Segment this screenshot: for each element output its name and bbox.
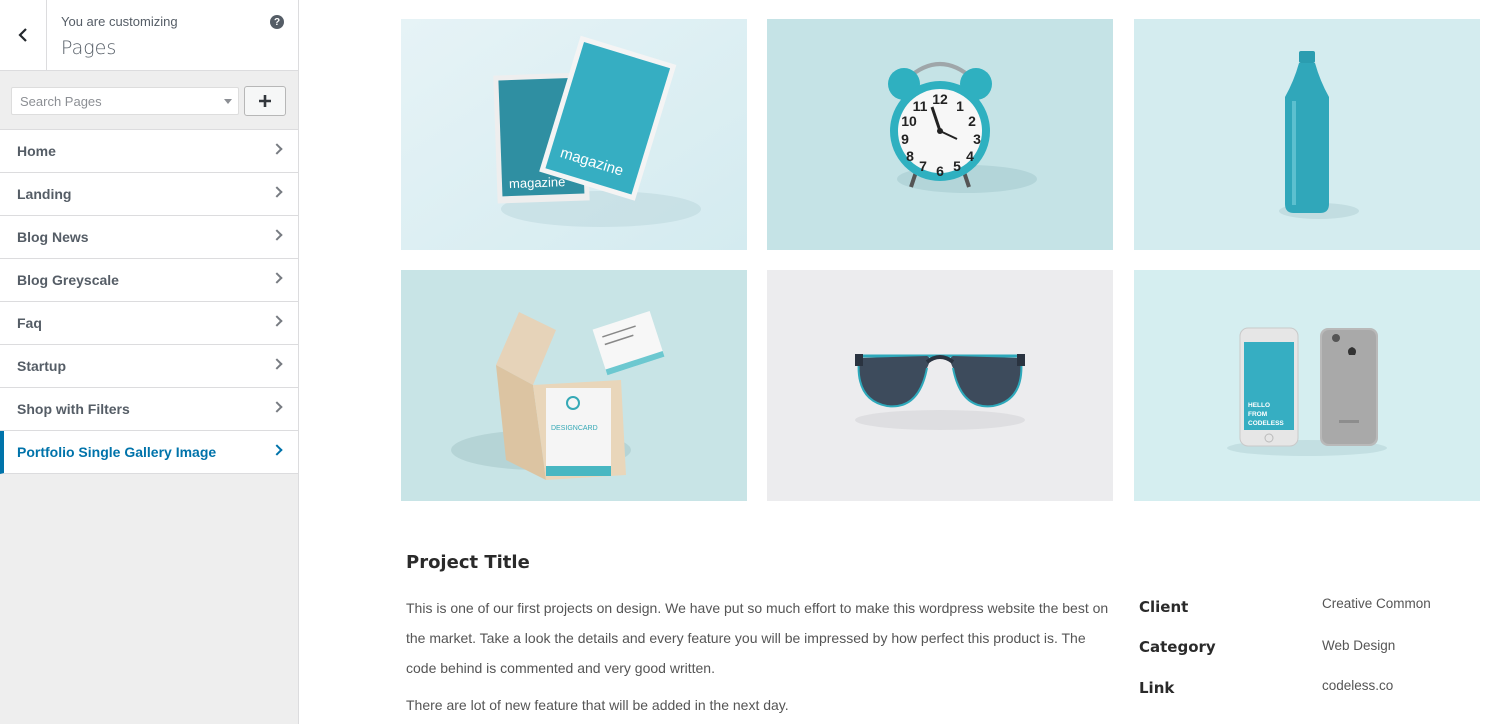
svg-text:4: 4 xyxy=(966,148,974,164)
chevron-right-icon xyxy=(271,229,283,241)
page-item[interactable]: Shop with Filters xyxy=(0,388,298,431)
client-value: Creative Common xyxy=(1322,596,1431,611)
page-item-label: Portfolio Single Gallery Image xyxy=(17,444,217,460)
svg-text:8: 8 xyxy=(906,148,914,164)
chevron-right-icon xyxy=(271,186,283,198)
client-label: Client xyxy=(1139,598,1189,616)
gallery-image-phones[interactable]: HELLO FROM CODELESS xyxy=(1134,270,1480,501)
chevron-right-icon xyxy=(271,315,283,327)
back-chevron-icon xyxy=(18,28,27,42)
page-item[interactable]: Blog Greyscale xyxy=(0,259,298,302)
svg-text:7: 7 xyxy=(919,158,927,174)
gallery-image-sunglasses[interactable] xyxy=(767,270,1113,501)
search-row: Search Pages xyxy=(0,71,298,129)
page-item-label: Landing xyxy=(17,186,72,202)
chevron-right-icon xyxy=(271,358,283,370)
project-description: This is one of our first projects on des… xyxy=(406,600,1109,676)
page-item[interactable]: Faq xyxy=(0,302,298,345)
svg-text:12: 12 xyxy=(932,91,948,107)
gallery-image-magazine[interactable]: magazine magazine xyxy=(401,19,747,250)
chevron-right-icon xyxy=(271,272,283,284)
add-page-button[interactable] xyxy=(244,86,286,116)
category-label: Category xyxy=(1139,638,1216,656)
svg-text:11: 11 xyxy=(913,98,928,114)
customizing-subtitle: You are customizing xyxy=(61,14,178,29)
customizer-header: You are customizing Pages ? xyxy=(0,0,298,71)
svg-text:HELLO: HELLO xyxy=(1248,402,1270,409)
svg-text:6: 6 xyxy=(936,163,944,179)
plus-icon xyxy=(259,95,271,107)
search-pages-select[interactable]: Search Pages xyxy=(11,87,239,115)
gallery-image-alarm-clock[interactable]: 12 1 2 345 678 9 10 11 xyxy=(767,19,1113,250)
search-placeholder: Search Pages xyxy=(20,94,102,109)
page-item[interactable]: Portfolio Single Gallery Image xyxy=(0,431,298,474)
page-item-label: Blog Greyscale xyxy=(17,272,119,288)
page-list: Home Landing Blog News Blog Greyscale Faq Sta… xyxy=(0,129,298,474)
page-item-label: Blog News xyxy=(17,229,89,245)
svg-text:1: 1 xyxy=(956,98,964,114)
svg-text:9: 9 xyxy=(901,131,909,147)
link-label: Link xyxy=(1139,679,1175,697)
back-button[interactable] xyxy=(0,0,47,70)
chevron-right-icon xyxy=(271,444,283,456)
gallery-image-business-cards[interactable]: DESIGNCARD xyxy=(401,270,747,501)
site-preview: magazine magazine 12 1 2 345 678 9 10 11… xyxy=(300,0,1509,724)
panel-title: Pages xyxy=(61,37,117,59)
svg-text:FROM: FROM xyxy=(1248,411,1267,418)
customizer-sidebar: You are customizing Pages ? Search Pages… xyxy=(0,0,299,724)
help-icon[interactable]: ? xyxy=(270,15,284,29)
svg-text:CODELESS: CODELESS xyxy=(1248,420,1284,427)
page-item[interactable]: Landing xyxy=(0,173,298,216)
page-item-label: Startup xyxy=(17,358,66,374)
gallery-image-bottle[interactable] xyxy=(1134,19,1480,250)
svg-text:5: 5 xyxy=(953,158,961,174)
page-item-label: Home xyxy=(17,143,56,159)
page-item[interactable]: Blog News xyxy=(0,216,298,259)
page-item[interactable]: Startup xyxy=(0,345,298,388)
dropdown-caret-icon xyxy=(224,99,232,104)
chevron-right-icon xyxy=(271,143,283,155)
project-title: Project Title xyxy=(406,552,530,573)
svg-text:2: 2 xyxy=(968,113,976,129)
svg-text:10: 10 xyxy=(901,113,917,129)
chevron-right-icon xyxy=(271,401,283,413)
category-value: Web Design xyxy=(1322,638,1396,653)
page-item-label: Shop with Filters xyxy=(17,401,130,417)
svg-text:DESIGNCARD: DESIGNCARD xyxy=(551,425,598,432)
page-item[interactable]: Home xyxy=(0,130,298,173)
page-item-label: Faq xyxy=(17,315,42,331)
link-value[interactable]: codeless.co xyxy=(1322,678,1393,693)
svg-text:3: 3 xyxy=(973,131,981,147)
project-note: There are lot of new feature that will b… xyxy=(406,697,789,713)
